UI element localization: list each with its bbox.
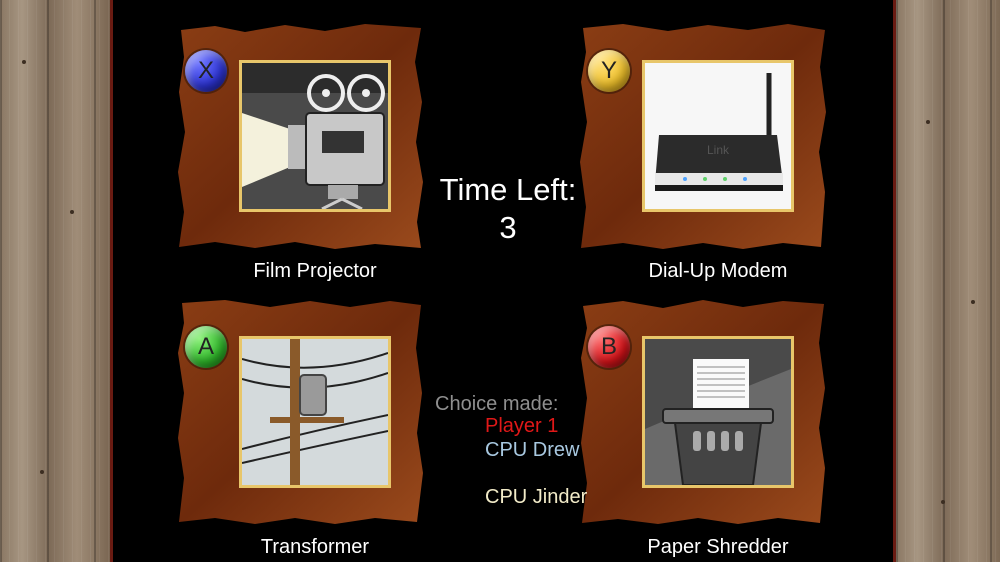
shredder-icon (645, 339, 791, 485)
nail (941, 500, 945, 504)
choice-cpu-jinder: CPU Jinder (485, 486, 588, 508)
a-button-letter: A (197, 333, 214, 360)
dial-up-modem-caption: Dial-Up Modem (648, 260, 788, 282)
time-left-value: 3 (499, 210, 517, 245)
transformer-icon (242, 339, 388, 485)
b-button-icon: B (588, 326, 630, 368)
nail (40, 470, 44, 474)
choice-cpu-drew: CPU Drew (485, 439, 580, 461)
transformer-image (239, 336, 391, 488)
y-button-icon: Y (588, 50, 630, 92)
x-button-letter: X (197, 57, 214, 84)
dial-up-modem-image: Link (642, 60, 794, 212)
film-projector-icon (242, 63, 388, 209)
paper-shredder-caption: Paper Shredder (647, 536, 789, 558)
left-wood-panel (0, 0, 113, 562)
b-button-letter: B (600, 333, 617, 360)
film-projector-caption: Film Projector (253, 260, 377, 282)
nail (971, 300, 975, 304)
modem-icon (645, 63, 791, 209)
paper-shredder-image (642, 336, 794, 488)
option-film-projector[interactable]: X (175, 22, 425, 250)
a-button-icon: A (185, 326, 227, 368)
option-transformer[interactable]: A (175, 298, 425, 526)
option-paper-shredder[interactable]: B (578, 298, 828, 526)
choice-made-label: Choice made: (435, 393, 559, 415)
nail (926, 120, 930, 124)
choice-player-1: Player 1 (485, 415, 559, 437)
nail (22, 60, 26, 64)
modem-brand: Link (707, 143, 730, 157)
option-dial-up-modem[interactable]: Link Y (578, 22, 828, 250)
x-button-icon: X (185, 50, 227, 92)
right-wood-panel (893, 0, 1000, 562)
nail (70, 210, 74, 214)
transformer-caption: Transformer (260, 536, 370, 558)
time-left-label: Time Left: (439, 172, 577, 207)
film-projector-image (239, 60, 391, 212)
y-button-letter: Y (600, 57, 617, 84)
